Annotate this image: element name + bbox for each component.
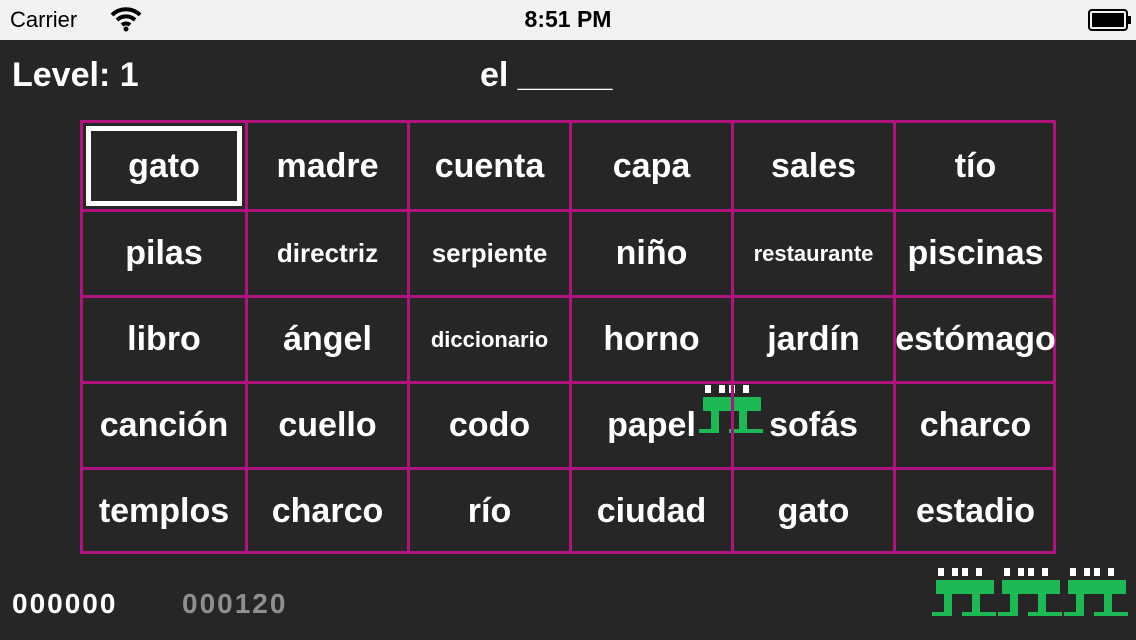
grid-divider	[245, 123, 248, 551]
word-cell[interactable]: templos	[83, 470, 245, 553]
word-cell[interactable]: ciudad	[572, 470, 731, 553]
word-cell[interactable]: estómago	[895, 298, 1056, 381]
status-bar: Carrier 8:51 PM	[0, 0, 1136, 40]
frog-icon	[932, 568, 996, 616]
word-cell[interactable]: cuello	[248, 384, 407, 467]
word-cell[interactable]: ángel	[248, 298, 407, 381]
word-cell[interactable]: río	[410, 470, 569, 553]
word-grid: estadio gato ciudad río charco templos charco s…	[80, 120, 1056, 554]
grid-divider	[569, 123, 572, 551]
word-cell[interactable]: diccionario	[410, 298, 569, 381]
grid-divider	[83, 467, 1053, 470]
grid-divider	[83, 295, 1053, 298]
word-prompt: el _____	[480, 56, 613, 94]
word-cell[interactable]: directriz	[248, 212, 407, 295]
grid-divider	[407, 123, 410, 551]
word-cell[interactable]: jardín	[734, 298, 893, 381]
word-cell[interactable]: niño	[572, 212, 731, 295]
wifi-icon	[110, 7, 142, 32]
word-cell[interactable]: gato	[734, 470, 893, 553]
word-cell[interactable]: charco	[248, 470, 407, 553]
word-cell[interactable]: codo	[410, 384, 569, 467]
word-cell[interactable]: pilas	[83, 212, 245, 295]
word-cell[interactable]: cuenta	[410, 123, 569, 209]
word-cell[interactable]: tío	[896, 123, 1055, 209]
clock: 8:51 PM	[524, 6, 612, 32]
word-cell[interactable]: sales	[734, 123, 893, 209]
word-cell[interactable]: restaurante	[734, 212, 893, 295]
grid-divider	[893, 123, 896, 551]
word-cell[interactable]: horno	[572, 298, 731, 381]
word-cell[interactable]: serpiente	[410, 212, 569, 295]
word-cell[interactable]: piscinas	[896, 212, 1055, 295]
word-cell[interactable]: madre	[248, 123, 407, 209]
word-cell[interactable]: estadio	[896, 470, 1055, 553]
grid-divider	[731, 123, 734, 551]
battery-icon	[1088, 9, 1131, 31]
level-label: Level: 1	[12, 56, 139, 94]
word-cell[interactable]: libro	[83, 298, 245, 381]
score: 000000	[12, 588, 118, 619]
high-score: 000120	[182, 588, 288, 619]
carrier-label: Carrier	[10, 7, 78, 32]
word-cell[interactable]: capa	[572, 123, 731, 209]
frog-icon	[998, 568, 1062, 616]
grid-divider	[83, 209, 1053, 212]
word-cell[interactable]: canción	[83, 384, 245, 467]
word-cell[interactable]: gato	[83, 123, 245, 209]
frog-icon	[1064, 568, 1128, 616]
word-cell[interactable]: charco	[896, 384, 1055, 467]
grid-divider	[83, 381, 1053, 384]
game-screen[interactable]: Level: 1 el _____ estadio gato ciudad río ch…	[0, 40, 1136, 640]
